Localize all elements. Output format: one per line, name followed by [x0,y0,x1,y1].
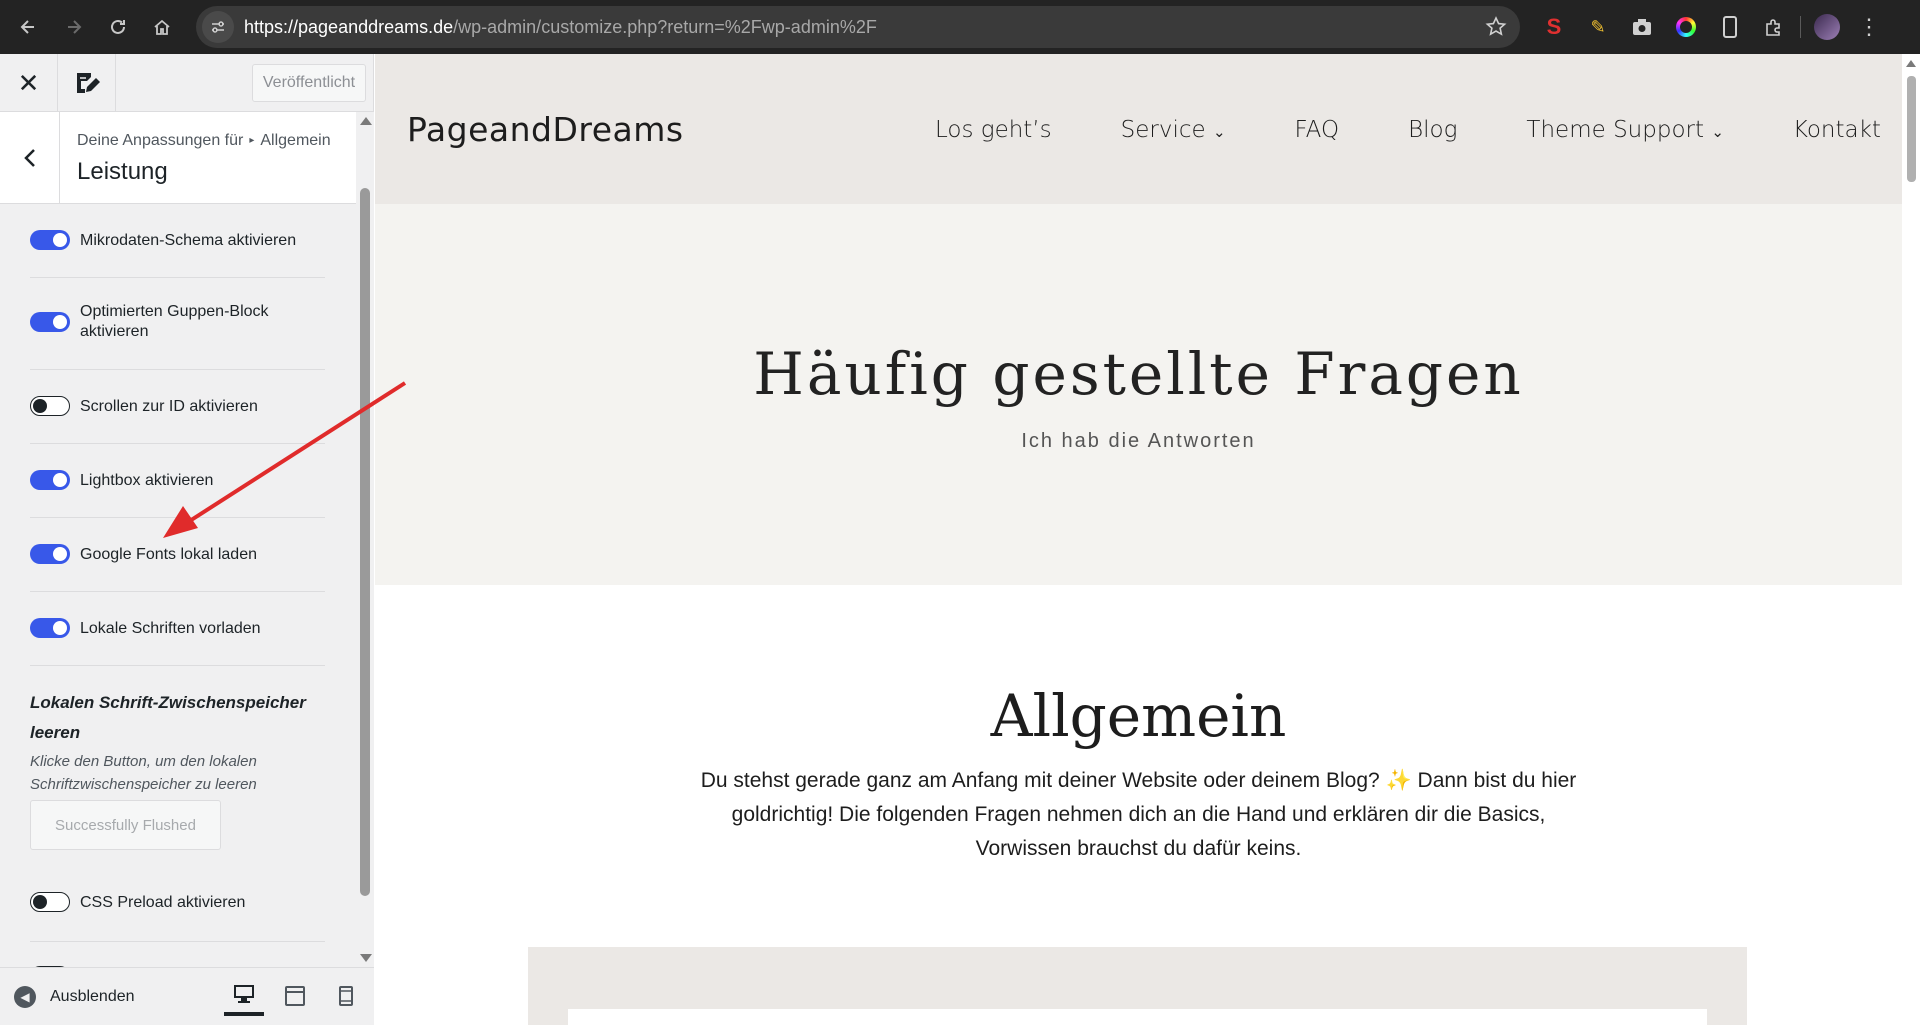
nav-item-service[interactable]: Service ⌄ [1121,117,1226,143]
toggle-group-block[interactable] [30,312,70,332]
toggle-row-preload-fonts: Lokale Schriften vorladen [30,592,325,666]
browser-menu-icon[interactable]: ⋮ [1849,5,1889,49]
flush-cache-description: Klicke den Button, um den lokalen Schrif… [30,753,257,793]
nav-menu: Los geht’s Service ⌄ FAQ Blog Theme Supp… [935,117,1881,143]
flush-cache-title: Lokalen Schrift-Zwischenspeicher leeren [30,693,306,742]
toggle-css-preload[interactable] [30,892,70,912]
mobile-preview-icon[interactable] [326,976,366,1016]
customizer-footer: ◀ Ausblenden [0,967,374,1025]
puzzle-extensions-icon[interactable] [1752,5,1796,49]
faq-section-text: Du stehst gerade ganz am Anfang mit dein… [700,769,1577,860]
collapse-left-icon: ◀ [14,986,36,1008]
toggle-row-group-block: Optimierten Guppen-Block aktivieren [30,278,325,370]
scrollbar-thumb[interactable] [1907,76,1916,182]
hero-subtitle: Ich hab die Antworten [1021,430,1256,452]
toolbar-separator [1800,16,1801,38]
url-text: https://pageanddreams.de/wp-admin/custom… [244,16,877,37]
extensions-area: S ✎ ⋮ [1532,0,1889,54]
toggle-scroll-id[interactable] [30,396,70,416]
toggle-row-css-preload: CSS Preload aktivieren [30,868,325,942]
home-icon[interactable] [140,5,184,49]
toggle-row-google-fonts: Google Fonts lokal laden [30,518,325,592]
nav-item-faq[interactable]: FAQ [1295,117,1340,143]
site-header: PageandDreams Los geht’s Service ⌄ FAQ B… [375,54,1902,204]
site-logo[interactable]: PageandDreams [407,110,684,149]
customizer-header: ✕ Veröffentlicht [0,54,373,112]
hero-title: Häufig gestellte Fragen [753,340,1524,408]
bookmark-star-icon[interactable] [1484,15,1508,39]
preview-scrollbar[interactable] [1902,54,1920,1025]
toggle-google-fonts[interactable] [30,544,70,564]
color-picker-extension-icon[interactable]: ✎ [1576,5,1620,49]
faq-section-title: Allgemein [990,682,1287,750]
sidebar-scrollbar[interactable] [356,112,374,967]
toggle-row-scroll-id: Scrollen zur ID aktivieren [30,370,325,444]
seo-extension-icon[interactable]: S [1532,5,1576,49]
scroll-up-arrow-icon[interactable] [360,117,372,125]
hero-section: Häufig gestellte Fragen Ich hab die Antw… [375,204,1902,585]
toggle-microdata[interactable] [30,230,70,250]
reload-icon[interactable] [96,5,140,49]
nav-item-blog[interactable]: Blog [1408,117,1457,143]
tablet-preview-icon[interactable] [275,976,315,1016]
toggle-row-lightbox: Lightbox aktivieren [30,444,325,518]
mobile-view-extension-icon[interactable] [1708,5,1752,49]
section-header: Deine Anpassungen für ▸ Allgemein Leistung [0,112,356,204]
customizer-sidebar: ✕ Veröffentlicht Deine Anpassungen für ▸ A… [0,54,374,1025]
close-icon[interactable]: ✕ [0,54,58,112]
publish-button[interactable]: Veröffentlicht [252,64,366,102]
controls-list: Mikrodaten-Schema aktivieren Optimierten… [0,204,356,967]
profile-avatar[interactable] [1805,5,1849,49]
nav-item-theme-support[interactable]: Theme Support ⌄ [1526,117,1723,143]
chevron-down-icon: ⌄ [1212,123,1226,141]
camera-extension-icon[interactable] [1620,5,1664,49]
toggle-row-partial [30,942,325,967]
customize-edit-icon[interactable] [58,54,116,112]
faq-item[interactable] [568,1009,1707,1025]
address-bar[interactable]: https://pageanddreams.de/wp-admin/custom… [196,6,1520,48]
collapse-sidebar-button[interactable]: ◀ Ausblenden [14,982,135,1012]
scrollbar-thumb[interactable] [360,188,370,896]
desktop-preview-icon[interactable] [224,976,264,1016]
breadcrumb-arrow-icon: ▸ [249,135,255,146]
scroll-down-arrow-icon[interactable] [360,954,372,962]
faq-accordion [528,947,1747,1025]
breadcrumb: Deine Anpassungen für ▸ Allgemein [77,132,331,149]
nav-item-kontakt[interactable]: Kontakt [1793,117,1881,143]
section-title: Leistung [77,158,168,185]
nav-item-los-gehts[interactable]: Los geht’s [935,117,1052,143]
browser-toolbar: https://pageanddreams.de/wp-admin/custom… [0,0,1920,54]
chevron-down-icon: ⌄ [1711,123,1724,141]
back-arrow-icon[interactable] [6,5,50,49]
scroll-up-arrow-icon[interactable] [1906,60,1916,67]
forward-arrow-icon[interactable] [52,5,96,49]
site-preview: PageandDreams Los geht’s Service ⌄ FAQ B… [375,54,1902,1025]
toggle-preload-fonts[interactable] [30,618,70,638]
back-chevron-icon[interactable] [0,112,60,204]
colorzilla-extension-icon[interactable] [1664,5,1708,49]
toggle-lightbox[interactable] [30,470,70,490]
toggle-row-microdata: Mikrodaten-Schema aktivieren [30,204,325,278]
site-info-icon[interactable] [202,11,234,43]
flush-cache-button[interactable]: Successfully Flushed [30,800,221,850]
